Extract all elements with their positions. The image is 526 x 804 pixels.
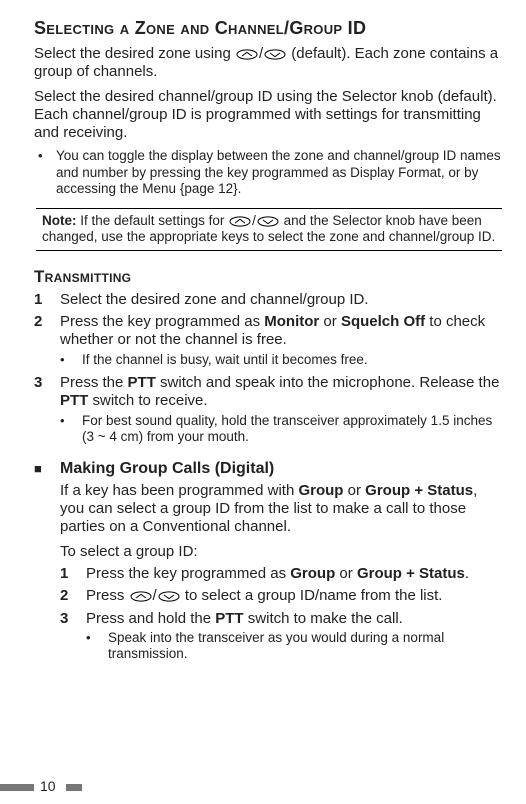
step-2-text: Press the key programmed as Monitor or S… xyxy=(60,313,504,350)
s2d: Squelch Off xyxy=(341,313,425,330)
para-select-zone: Select the desired zone using / (default… xyxy=(34,45,504,82)
group-para-2: To select a group ID: xyxy=(60,543,504,561)
note-a: If the default settings for xyxy=(77,213,229,228)
bullet-dot: • xyxy=(38,148,56,197)
bullet-text: You can toggle the display between the z… xyxy=(56,148,504,197)
page-footer: 10 xyxy=(0,776,526,794)
gstep-num-1: 1 xyxy=(60,565,86,583)
gpa: If a key has been programmed with xyxy=(60,482,298,499)
sub-dot: • xyxy=(60,352,82,368)
key-up-icon xyxy=(229,216,251,227)
key-down-icon xyxy=(264,49,286,60)
step-num-1: 1 xyxy=(34,291,60,309)
gstep-num-3: 3 xyxy=(60,610,86,628)
gpc: or xyxy=(343,482,365,499)
bullet-display-toggle: • You can toggle the display between the… xyxy=(38,148,504,197)
g1a: Press the key programmed as xyxy=(86,565,290,582)
g1e: . xyxy=(465,565,469,582)
group-step-3: 3 Press and hold the PTT switch to make … xyxy=(60,610,504,628)
gstep-3-text: Press and hold the PTT switch to make th… xyxy=(86,610,403,628)
heading-transmitting: Transmitting xyxy=(34,267,504,287)
square-bullet-icon: ■ xyxy=(34,460,60,482)
step-num-3: 3 xyxy=(34,374,60,411)
step-3-sub: • For best sound quality, hold the trans… xyxy=(60,413,504,446)
key-down-icon xyxy=(257,216,279,227)
page-number: 10 xyxy=(40,778,56,794)
step-2-sub-text: If the channel is busy, wait until it be… xyxy=(82,352,368,368)
g2b: to select a group ID/name from the list. xyxy=(181,587,443,604)
heading-selecting: Selecting a Zone and Channel/Group ID xyxy=(34,18,504,39)
note-label: Note: xyxy=(42,213,77,228)
step-2: 2 Press the key programmed as Monitor or… xyxy=(34,313,504,350)
group-step-1: 1 Press the key programmed as Group or G… xyxy=(60,565,504,583)
g1c: or xyxy=(335,565,357,582)
g1d: Group + Status xyxy=(357,565,465,582)
step-3: 3 Press the PTT switch and speak into th… xyxy=(34,374,504,411)
para1a: Select the desired zone using xyxy=(34,45,235,62)
g2a: Press xyxy=(86,587,129,604)
slash1: / xyxy=(259,45,263,62)
gpd: Group + Status xyxy=(365,482,473,499)
heading-group-calls: Making Group Calls (Digital) xyxy=(60,460,504,478)
step-num-2: 2 xyxy=(34,313,60,350)
step-1-text: Select the desired zone and channel/grou… xyxy=(60,291,369,309)
section-group-calls: ■ Making Group Calls (Digital) xyxy=(34,460,504,482)
s3c: switch and speak into the microphone. Re… xyxy=(156,374,500,391)
note-box: Note: If the default settings for / and … xyxy=(36,208,502,251)
step-3-text: Press the PTT switch and speak into the … xyxy=(60,374,504,411)
key-up-icon xyxy=(236,49,258,60)
group-step-2: 2 Press / to select a group ID/name from… xyxy=(60,587,504,605)
g3b: PTT xyxy=(215,610,243,627)
group-para: If a key has been programmed with Group … xyxy=(60,482,504,537)
slash3: / xyxy=(153,587,157,604)
sub-dot: • xyxy=(86,630,108,663)
group-step-3-sub-text: Speak into the transceiver as you would … xyxy=(108,630,504,663)
step-1: 1 Select the desired zone and channel/gr… xyxy=(34,291,504,309)
s3e: switch to receive. xyxy=(88,392,207,409)
g1b: Group xyxy=(290,565,335,582)
s3a: Press the xyxy=(60,374,128,391)
g3c: switch to make the call. xyxy=(244,610,403,627)
gpb: Group xyxy=(298,482,343,499)
gstep-1-text: Press the key programmed as Group or Gro… xyxy=(86,565,469,583)
s2c: or xyxy=(319,313,341,330)
step-2-sub: • If the channel is busy, wait until it … xyxy=(60,352,504,368)
key-up-icon xyxy=(130,591,152,602)
step-3-sub-text: For best sound quality, hold the transce… xyxy=(82,413,504,446)
key-down-icon xyxy=(158,591,180,602)
g3a: Press and hold the xyxy=(86,610,215,627)
slash2: / xyxy=(252,213,256,228)
s2b: Monitor xyxy=(264,313,319,330)
gstep-num-2: 2 xyxy=(60,587,86,605)
footer-bar-right xyxy=(66,784,82,791)
footer-bar-left xyxy=(0,784,34,791)
group-step-3-sub: • Speak into the transceiver as you woul… xyxy=(86,630,504,663)
para-select-channel: Select the desired channel/group ID usin… xyxy=(34,88,504,143)
s3d: PTT xyxy=(60,392,88,409)
gstep-2-text: Press / to select a group ID/name from t… xyxy=(86,587,442,605)
s3b: PTT xyxy=(128,374,156,391)
sub-dot: • xyxy=(60,413,82,446)
s2a: Press the key programmed as xyxy=(60,313,264,330)
